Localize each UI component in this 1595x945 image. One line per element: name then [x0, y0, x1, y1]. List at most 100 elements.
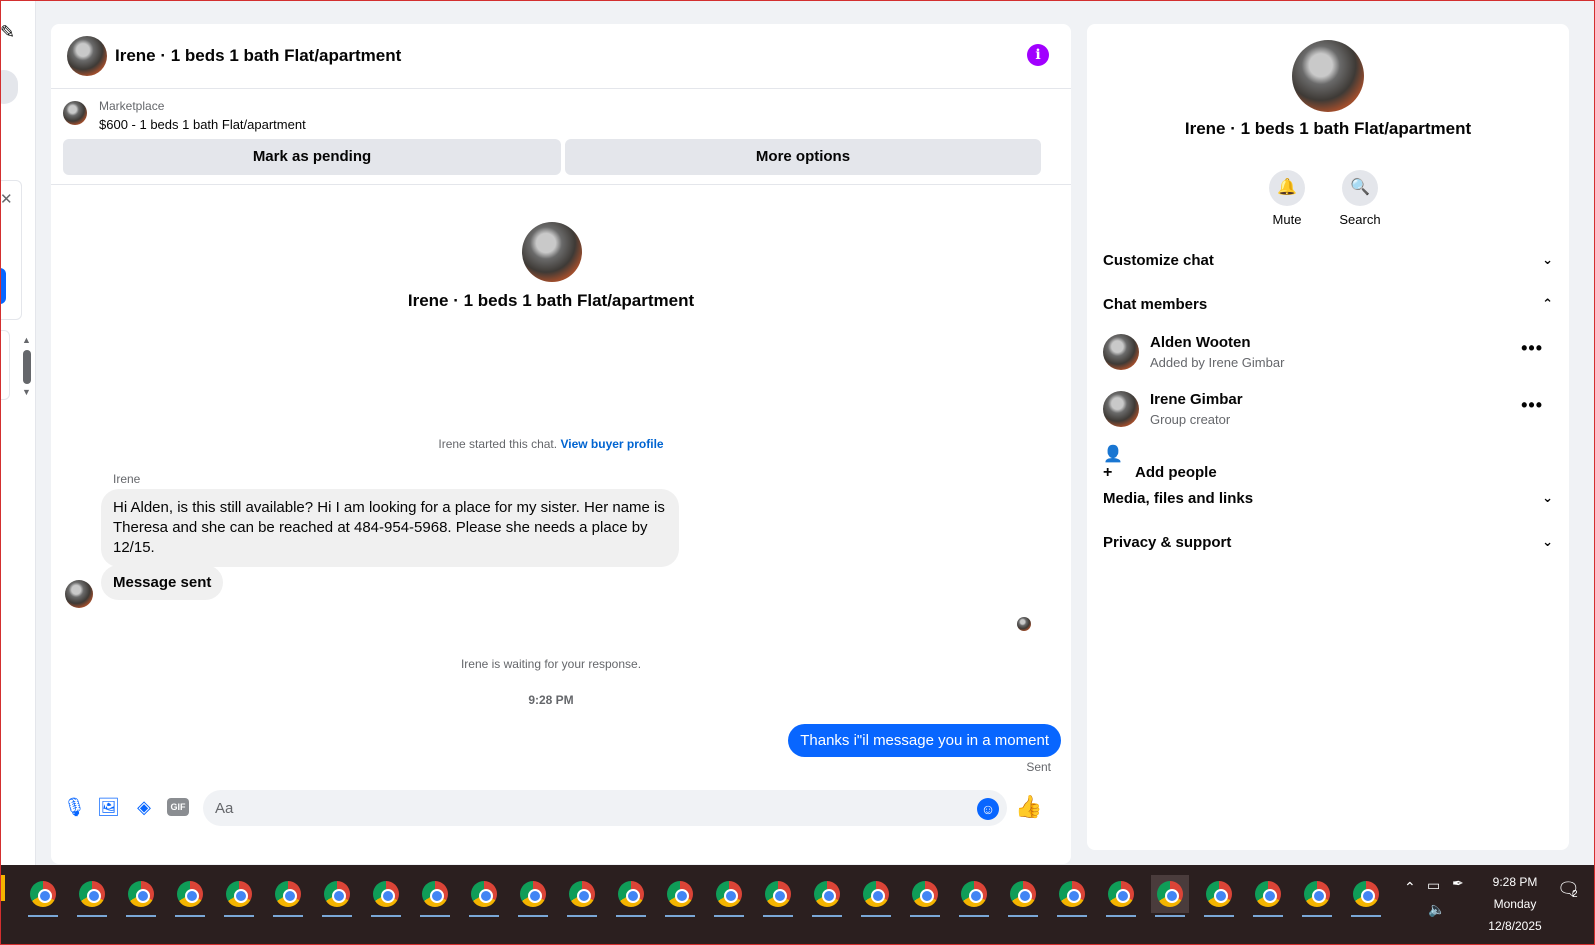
more-options-button[interactable]: More options [565, 139, 1041, 175]
sidebar-search-pill[interactable] [0, 70, 18, 104]
chrome-taskbar-icon[interactable] [857, 875, 895, 917]
chrome-taskbar-icon[interactable] [1102, 875, 1140, 917]
sidebar-panel-lower [0, 330, 10, 400]
close-icon[interactable]: ✕ [0, 190, 13, 208]
outgoing-message[interactable]: Thanks i"il message you in a moment [788, 724, 1061, 757]
chrome-taskbar-icon[interactable] [73, 875, 111, 917]
mark-pending-button[interactable]: Mark as pending [63, 139, 561, 175]
chrome-taskbar-icon[interactable] [1004, 875, 1042, 917]
network-icon[interactable]: ▭ [1427, 877, 1440, 894]
taskbar: ⌃ ▭ ✒ 🔈 9:28 PM Monday 12/8/2025 🗨 2 [0, 865, 1595, 945]
media-files-section[interactable]: Media, files and links ⌄ [1103, 490, 1553, 507]
chrome-taskbar-icon[interactable] [24, 875, 62, 917]
more-options-icon[interactable]: ••• [1521, 338, 1543, 359]
chevron-down-icon: ⌄ [1542, 252, 1553, 267]
member-row[interactable]: Alden Wooten Added by Irene Gimbar ••• [1103, 334, 1553, 374]
chrome-taskbar-icon[interactable] [220, 875, 258, 917]
gif-icon[interactable]: GIF [167, 798, 189, 816]
chat-members-label: Chat members [1103, 296, 1208, 313]
chrome-taskbar-icon[interactable] [1298, 875, 1336, 917]
left-sidebar: ✎ ✕ ▲ ▼ [0, 0, 36, 865]
scroll-up-icon[interactable]: ▲ [22, 335, 31, 345]
emoji-icon[interactable]: ☺ [977, 798, 999, 820]
privacy-support-section[interactable]: Privacy & support ⌄ [1103, 534, 1553, 551]
listing-price[interactable]: $600 - 1 beds 1 bath Flat/apartment [99, 117, 306, 132]
add-people-label: Add people [1135, 464, 1217, 481]
chrome-taskbar-icon[interactable] [1200, 875, 1238, 917]
chrome-taskbar-icon[interactable] [808, 875, 846, 917]
customize-chat-section[interactable]: Customize chat ⌄ [1103, 252, 1553, 269]
member-name: Alden Wooten [1150, 334, 1251, 351]
chrome-taskbar-icon[interactable] [269, 875, 307, 917]
chat-members-section[interactable]: Chat members ⌃ [1103, 296, 1553, 313]
chrome-taskbar-icon[interactable] [612, 875, 650, 917]
clock-time: 9:28 PM [1492, 875, 1538, 889]
chrome-taskbar-icon[interactable] [465, 875, 503, 917]
running-indicator [371, 915, 401, 917]
chat-avatar[interactable] [67, 36, 107, 76]
chrome-icon [961, 881, 987, 907]
notification-count: 2 [1572, 889, 1578, 900]
chrome-taskbar-icon[interactable] [416, 875, 454, 917]
image-upload-icon[interactable]: 🖼 [97, 796, 120, 818]
chrome-taskbar-icon[interactable] [1053, 875, 1091, 917]
chrome-taskbar-icon[interactable] [1151, 875, 1189, 917]
incoming-message-status[interactable]: Message sent [101, 565, 224, 600]
chrome-taskbar-icon[interactable] [171, 875, 209, 917]
running-indicator [616, 915, 646, 917]
taskbar-clock[interactable]: 9:28 PM Monday 12/8/2025 [1465, 871, 1565, 937]
chrome-taskbar-icon[interactable] [710, 875, 748, 917]
chrome-taskbar-icon[interactable] [367, 875, 405, 917]
scroll-down-icon[interactable]: ▼ [22, 387, 31, 397]
view-buyer-profile-link[interactable]: View buyer profile [560, 437, 663, 451]
listing-thumbnail[interactable] [63, 101, 87, 125]
chrome-taskbar-icon[interactable] [122, 875, 160, 917]
chrome-icon [471, 881, 497, 907]
pen-icon[interactable]: ✒ [1452, 875, 1464, 892]
incoming-message[interactable]: Hi Alden, is this still available? Hi I … [101, 489, 679, 567]
sticker-icon[interactable]: ◈ [133, 796, 155, 818]
running-indicator [224, 915, 254, 917]
microphone-icon[interactable]: 🎙 [63, 796, 86, 818]
chrome-icon [1353, 881, 1379, 907]
add-people-button[interactable]: 👤+ Add people [1103, 444, 1217, 482]
chrome-taskbar-icon[interactable] [514, 875, 552, 917]
chrome-taskbar-icon[interactable] [563, 875, 601, 917]
chrome-taskbar-icon[interactable] [759, 875, 797, 917]
compose-icon[interactable]: ✎ [0, 22, 15, 44]
volume-icon[interactable]: 🔈 [1428, 901, 1445, 918]
chat-started-notice: Irene started this chat. View buyer prof… [51, 437, 1051, 451]
mute-button[interactable]: 🔔 Mute [1257, 170, 1317, 227]
running-indicator [763, 915, 793, 917]
chrome-taskbar-icon[interactable] [661, 875, 699, 917]
message-input[interactable] [203, 790, 1007, 826]
member-avatar [1103, 391, 1139, 427]
tray-expand-icon[interactable]: ⌃ [1404, 879, 1416, 896]
sidebar-active-indicator[interactable] [0, 268, 6, 304]
details-avatar [1292, 40, 1364, 112]
sender-avatar[interactable] [65, 580, 93, 608]
customize-chat-label: Customize chat [1103, 252, 1214, 269]
chrome-taskbar-icon[interactable] [1347, 875, 1385, 917]
chrome-taskbar-icon[interactable] [906, 875, 944, 917]
search-icon: 🔍 [1342, 170, 1378, 206]
intro-title: Irene · 1 beds 1 bath Flat/apartment [407, 291, 695, 310]
member-row[interactable]: Irene Gimbar Group creator ••• [1103, 391, 1553, 431]
chrome-icon [520, 881, 546, 907]
chrome-taskbar-icon[interactable] [1249, 875, 1287, 917]
intro-avatar [522, 222, 582, 282]
running-indicator [273, 915, 303, 917]
add-person-icon: 👤+ [1103, 446, 1123, 481]
scrollbar-thumb[interactable] [23, 350, 31, 384]
chat-title[interactable]: Irene · 1 beds 1 bath Flat/apartment [115, 46, 401, 66]
running-indicator [861, 915, 891, 917]
thumbs-up-icon[interactable]: 👍 [1015, 794, 1042, 820]
search-button[interactable]: 🔍 Search [1330, 170, 1390, 227]
info-icon[interactable]: i [1027, 44, 1049, 66]
taskbar-app-edge[interactable] [0, 875, 5, 901]
more-options-icon[interactable]: ••• [1521, 395, 1543, 416]
chrome-taskbar-icon[interactable] [318, 875, 356, 917]
chrome-icon [814, 881, 840, 907]
chrome-icon [275, 881, 301, 907]
chrome-taskbar-icon[interactable] [955, 875, 993, 917]
